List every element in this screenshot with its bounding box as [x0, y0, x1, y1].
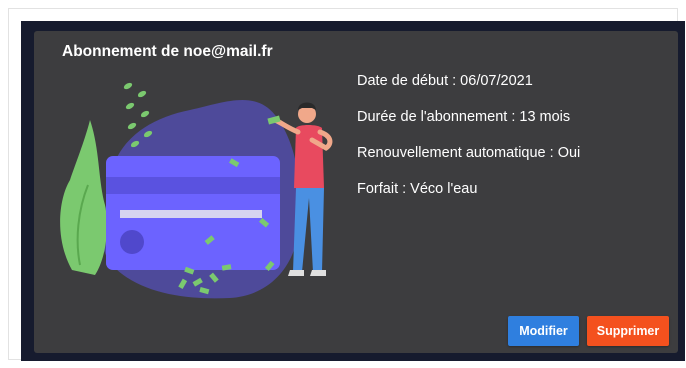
- start-date-text: Date de début : 06/07/2021: [357, 73, 533, 89]
- card-stripe: [106, 177, 280, 194]
- credit-card-payment-illustration: [60, 82, 333, 299]
- duration-text: Durée de l'abonnement : 13 mois: [357, 109, 571, 125]
- auto-renewal-text: Renouvellement automatique : Oui: [357, 145, 581, 161]
- card-title: Abonnement de noe@mail.fr: [62, 43, 273, 60]
- subscription-details: Date de début : 06/07/2021 Durée de l'ab…: [357, 72, 580, 216]
- plan-text: Forfait : Véco l'eau: [357, 181, 478, 197]
- delete-button[interactable]: Supprimer: [587, 316, 669, 346]
- edit-button[interactable]: Modifier: [508, 316, 579, 346]
- card-signature-bar: [120, 210, 262, 218]
- card-chip: [120, 230, 144, 254]
